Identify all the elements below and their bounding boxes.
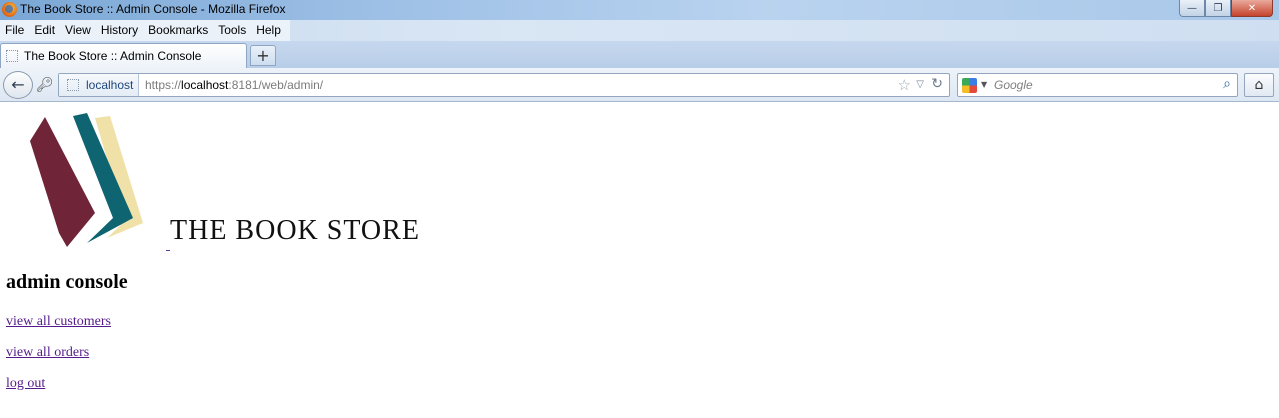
magnifier-icon[interactable]: ⌕ xyxy=(1223,76,1231,92)
view-orders-link[interactable]: view all orders xyxy=(6,345,89,361)
window-controls: — ❐ ✕ xyxy=(1179,0,1273,18)
page-icon xyxy=(6,50,18,62)
reload-icon[interactable]: ↻ xyxy=(931,76,943,92)
star-icon[interactable]: ☆ xyxy=(898,76,911,94)
search-input[interactable]: Google xyxy=(994,78,1033,92)
site-identity-button[interactable]: localhost xyxy=(59,74,139,96)
menu-file[interactable]: File xyxy=(0,20,29,41)
menu-edit[interactable]: Edit xyxy=(29,20,60,41)
back-button[interactable]: ← xyxy=(3,71,33,99)
tab-admin-console[interactable]: The Book Store :: Admin Console xyxy=(0,43,247,68)
window-title-bar: The Book Store :: Admin Console - Mozill… xyxy=(0,0,1279,20)
site-icon xyxy=(67,79,79,91)
url-host: localhost xyxy=(181,78,229,92)
home-button[interactable]: ⌂ xyxy=(1244,73,1274,97)
logo-wordmark: THE BOOK STORE xyxy=(170,215,420,246)
tab-label: The Book Store :: Admin Console xyxy=(24,49,202,63)
url-text[interactable]: https://localhost:8181/web/admin/ xyxy=(145,78,323,92)
menu-help[interactable]: Help xyxy=(251,20,286,41)
close-button[interactable]: ✕ xyxy=(1231,0,1273,17)
google-icon[interactable] xyxy=(962,78,977,93)
logout-link[interactable]: log out xyxy=(6,376,45,392)
key-icon[interactable]: 🔑︎ xyxy=(36,77,54,93)
menu-history[interactable]: History xyxy=(96,20,143,41)
window-title: The Book Store :: Admin Console - Mozill… xyxy=(20,2,286,16)
book-store-logo xyxy=(30,113,143,247)
page-content: THE BOOK STORE admin console view all cu… xyxy=(0,103,1279,418)
new-tab-button[interactable]: + xyxy=(250,45,276,66)
tab-strip: The Book Store :: Admin Console + xyxy=(0,41,1279,68)
logo-link-underline xyxy=(166,250,170,251)
maximize-button[interactable]: ❐ xyxy=(1205,0,1231,17)
engine-dropdown-icon[interactable]: ▼ xyxy=(981,80,987,89)
search-bar[interactable]: ▼ Google ⌕ xyxy=(957,73,1238,97)
home-icon: ⌂ xyxy=(1254,77,1264,93)
menu-list: File Edit View History Bookmarks Tools H… xyxy=(0,20,290,41)
menu-bookmarks[interactable]: Bookmarks xyxy=(143,20,213,41)
url-rest: :8181/web/admin/ xyxy=(228,78,324,92)
back-arrow-icon: ← xyxy=(11,75,25,94)
url-bar[interactable]: localhost https://localhost:8181/web/adm… xyxy=(58,73,950,97)
dropdown-icon[interactable]: ▽ xyxy=(916,79,924,90)
menu-bar: File Edit View History Bookmarks Tools H… xyxy=(0,20,1279,41)
firefox-icon[interactable] xyxy=(2,2,17,17)
page-title: admin console xyxy=(6,271,128,293)
menu-tools[interactable]: Tools xyxy=(213,20,251,41)
view-customers-link[interactable]: view all customers xyxy=(6,314,111,330)
minimize-button[interactable]: — xyxy=(1179,0,1205,17)
navigation-toolbar: ← 🔑︎ localhost https://localhost:8181/we… xyxy=(0,68,1279,102)
url-prefix: https:// xyxy=(145,78,182,92)
menu-view[interactable]: View xyxy=(60,20,96,41)
identity-label: localhost xyxy=(86,78,134,92)
